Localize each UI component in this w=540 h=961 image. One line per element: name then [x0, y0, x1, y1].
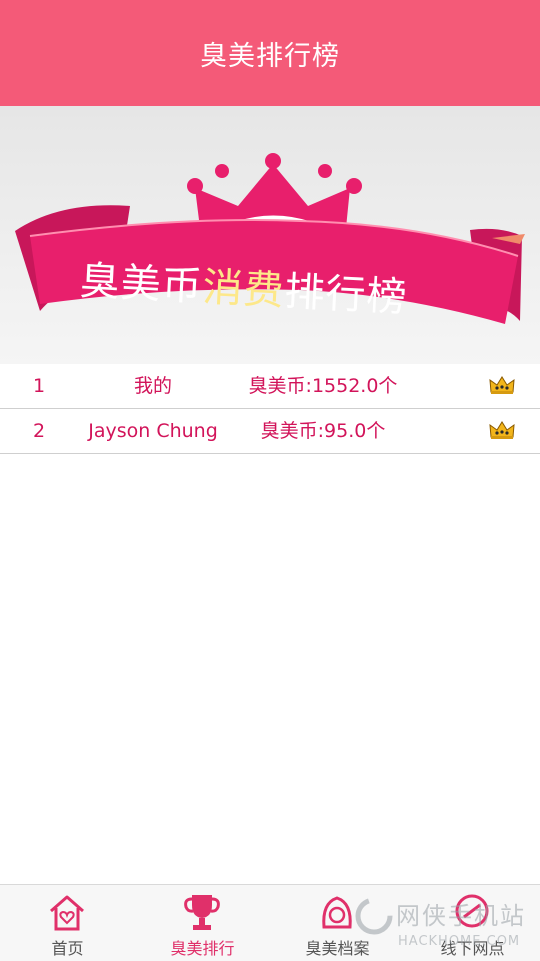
ranking-banner: 臭美币消费排行榜 [0, 106, 540, 364]
ranking-row[interactable]: 2 Jayson Chung 臭美币:95.0个 [0, 409, 540, 454]
coin-balance: 臭美币:1552.0个 [248, 375, 398, 397]
tab-label: 臭美排行 [170, 939, 235, 958]
coin-balance: 臭美币:95.0个 [260, 420, 386, 442]
home-icon [50, 895, 84, 931]
tab-label: 臭美档案 [305, 939, 370, 958]
crown-icon [488, 419, 516, 446]
rank-number: 1 [33, 375, 46, 397]
banner-text-part2: 排行榜 [283, 268, 409, 322]
app-header: 臭美排行榜 [0, 0, 540, 106]
ranking-row[interactable]: 1 我的 臭美币:1552.0个 [0, 364, 540, 409]
tab-profile[interactable]: 臭美档案 [270, 885, 405, 961]
tab-ranking[interactable]: 臭美排行 [135, 885, 270, 961]
trophy-icon [184, 895, 220, 930]
rank-number: 2 [33, 420, 46, 442]
tab-label: 线下网点 [440, 939, 505, 958]
tab-location[interactable]: 线下网点 [405, 885, 540, 961]
tab-home[interactable]: 首页 [0, 885, 135, 961]
location-icon [455, 894, 489, 928]
crown-icon [488, 374, 516, 401]
profile-icon [322, 896, 352, 929]
user-name: Jayson Chung [88, 420, 218, 442]
tab-label: 首页 [51, 939, 84, 958]
bottom-tab-bar: 首页 臭美排行 臭美档案 线下网点 [0, 884, 540, 961]
ranking-list: 1 我的 臭美币:1552.0个 2 Jayson Chung 臭美币:95.0… [0, 364, 540, 454]
banner-text-part1: 臭美币 [78, 258, 204, 311]
user-name: 我的 [133, 375, 172, 397]
banner-text-highlight: 消费 [201, 264, 286, 315]
page-title: 臭美排行榜 [200, 40, 340, 72]
